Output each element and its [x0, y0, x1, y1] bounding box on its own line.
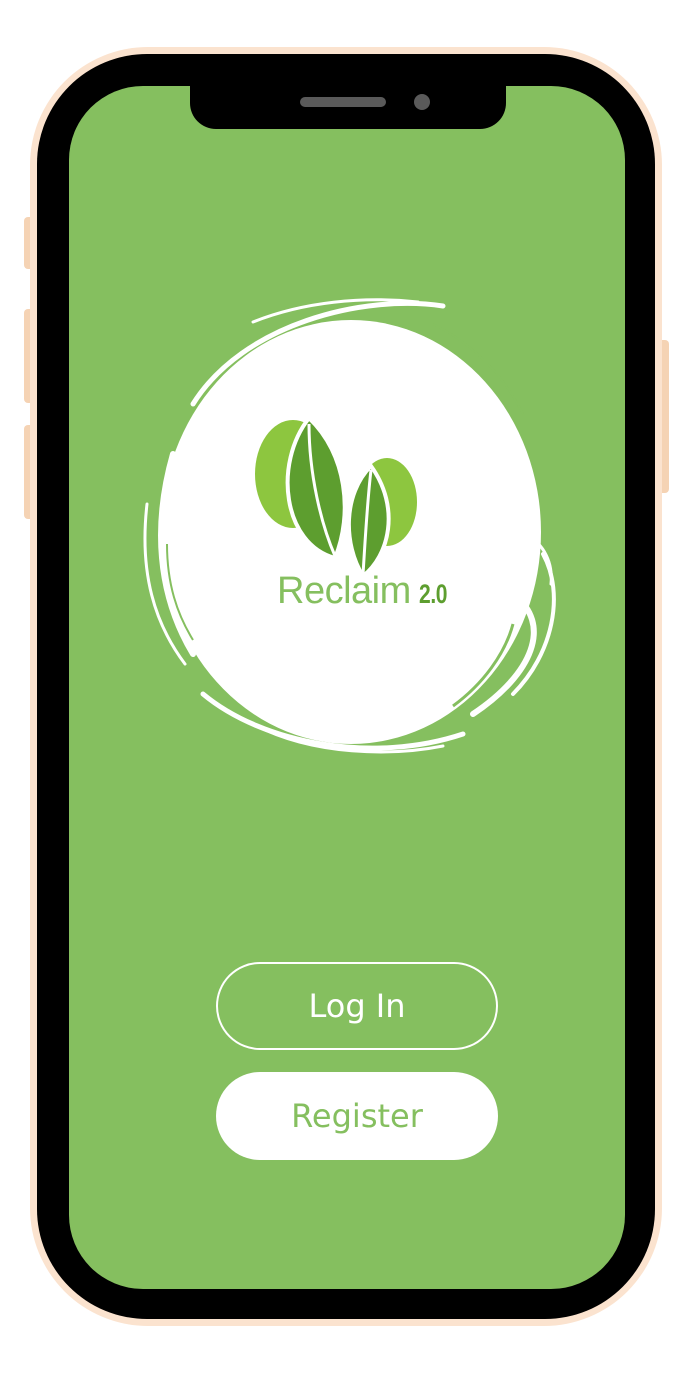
app-version: 2.0: [418, 579, 448, 609]
login-button[interactable]: Log In: [216, 962, 498, 1050]
speaker-grille: [300, 97, 386, 107]
notch: [190, 86, 506, 129]
device-mockup: Reclaim 2.0 Log In Register: [0, 0, 690, 1393]
app-screen: Reclaim 2.0 Log In Register: [69, 86, 625, 1289]
register-button[interactable]: Register: [216, 1072, 498, 1160]
brush-circle-icon: [143, 298, 556, 754]
app-wordmark: Reclaim 2.0: [277, 570, 455, 613]
app-name: Reclaim: [277, 570, 411, 612]
front-camera: [414, 94, 430, 110]
